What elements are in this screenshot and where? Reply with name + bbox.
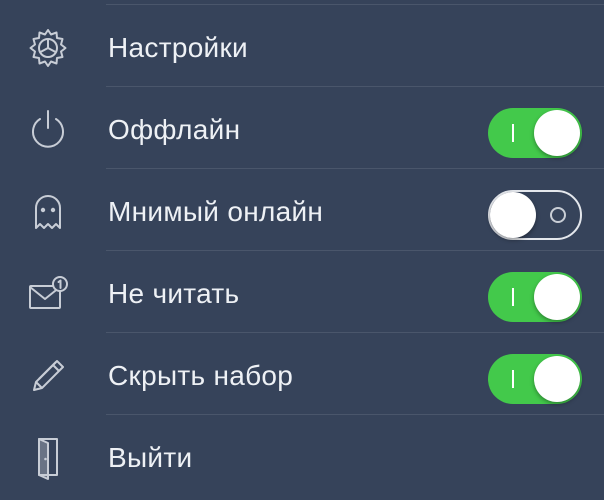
ghost-icon bbox=[26, 190, 70, 234]
toggle-on-mark bbox=[512, 288, 514, 306]
menu-item-label: Выйти bbox=[108, 442, 193, 473]
toggle-knob bbox=[534, 356, 580, 402]
ghost-online-toggle[interactable] bbox=[488, 190, 582, 240]
menu-item-hide-typing[interactable]: Скрыть набор bbox=[0, 333, 604, 415]
exit-door-icon bbox=[26, 436, 70, 480]
menu-item-label: Скрыть набор bbox=[108, 360, 294, 391]
menu-item-dont-read[interactable]: Не читать bbox=[0, 251, 604, 333]
dont-read-toggle[interactable] bbox=[488, 272, 582, 322]
menu-item-offline[interactable]: Оффлайн bbox=[0, 87, 604, 169]
menu-item-label: Настройки bbox=[108, 32, 248, 63]
toggle-knob bbox=[490, 192, 536, 238]
menu-item-ghost-online[interactable]: Мнимый онлайн bbox=[0, 169, 604, 251]
menu-item-logout[interactable]: Выйти bbox=[0, 415, 604, 497]
menu-item-label: Оффлайн bbox=[108, 114, 241, 145]
toggle-knob bbox=[534, 274, 580, 320]
menu-item-label: Мнимый онлайн bbox=[108, 196, 324, 227]
hide-typing-toggle[interactable] bbox=[488, 354, 582, 404]
settings-menu: Настройки Оффлайн Мнимый онлайн Не читат… bbox=[0, 0, 604, 500]
menu-item-settings[interactable]: Настройки bbox=[0, 5, 604, 87]
toggle-off-mark bbox=[550, 207, 566, 223]
envelope-badge-icon bbox=[26, 272, 70, 316]
toggle-knob bbox=[534, 110, 580, 156]
toggle-on-mark bbox=[512, 370, 514, 388]
toggle-on-mark bbox=[512, 124, 514, 142]
gear-icon bbox=[26, 26, 70, 70]
offline-toggle[interactable] bbox=[488, 108, 582, 158]
power-icon bbox=[26, 108, 70, 152]
menu-item-label: Не читать bbox=[108, 278, 240, 309]
pencil-icon bbox=[26, 354, 70, 398]
